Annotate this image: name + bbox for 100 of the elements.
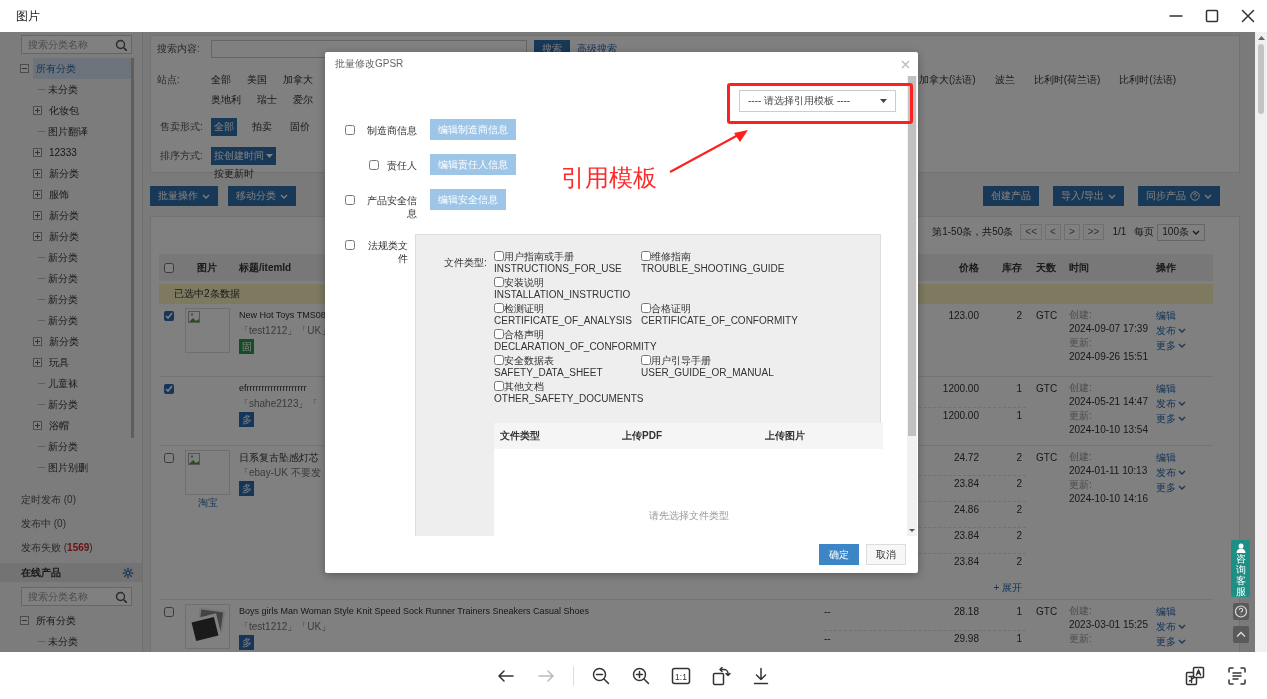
toolbar-button[interactable]: 导入/导出 xyxy=(1053,186,1124,206)
tree-item[interactable]: 化妆包 xyxy=(46,100,82,121)
tree-item[interactable]: 新分类 xyxy=(46,331,82,352)
actual-size-button[interactable]: 1:1 xyxy=(671,665,691,686)
checkbox[interactable] xyxy=(641,303,651,313)
tree-item[interactable]: 新分类 xyxy=(45,310,81,331)
action-link[interactable]: 更多 xyxy=(1156,411,1186,426)
search-icon[interactable] xyxy=(115,590,127,603)
help-button[interactable] xyxy=(1233,603,1249,620)
row-checkbox[interactable] xyxy=(164,384,174,394)
tree-item[interactable]: 浴帽 xyxy=(46,415,72,436)
template-select[interactable]: ---- 请选择引用模板 ---- xyxy=(739,90,896,112)
tree-item[interactable]: 新分类 xyxy=(45,394,81,415)
tree-item[interactable]: 新分类 xyxy=(45,268,81,289)
download-icon[interactable] xyxy=(751,665,771,686)
expand-icon[interactable] xyxy=(33,211,42,220)
action-link[interactable]: 编辑 xyxy=(1156,604,1176,619)
support-button[interactable]: 咨询客服 xyxy=(1231,540,1250,597)
tree-item[interactable]: 儿童袜 xyxy=(45,373,81,394)
checkbox[interactable] xyxy=(494,277,504,287)
status-link[interactable]: 发布中 (0) xyxy=(0,512,142,536)
tree-item[interactable]: 12333 xyxy=(46,142,80,163)
select-all-checkbox[interactable] xyxy=(164,262,174,273)
tree-item[interactable]: 未分类 xyxy=(45,79,81,100)
site-option[interactable]: 爱尔 xyxy=(293,90,313,110)
action-link[interactable]: 编辑 xyxy=(1156,381,1176,396)
row-checkbox[interactable] xyxy=(164,453,174,463)
expand-icon[interactable] xyxy=(33,358,42,367)
site-option[interactable]: 波兰 xyxy=(994,70,1015,90)
expand-icon[interactable] xyxy=(33,169,42,178)
site-option[interactable]: 美国 xyxy=(247,70,267,90)
per-page-select[interactable]: 100条 xyxy=(1157,223,1205,241)
cancel-button[interactable]: 取消 xyxy=(866,544,906,565)
scrollbar-thumb[interactable] xyxy=(1258,44,1264,114)
product-title[interactable]: New Hot Toys TMS08 xyxy=(239,308,326,323)
toolbar-button[interactable]: 同步产品 xyxy=(1138,186,1220,206)
tree-item[interactable]: 图片别删 xyxy=(45,457,91,478)
settings-icon[interactable] xyxy=(122,566,134,579)
search-icon[interactable] xyxy=(115,38,127,51)
collapse-icon[interactable] xyxy=(20,64,29,73)
toolbar-button[interactable]: 创建产品 xyxy=(983,186,1040,206)
site-option[interactable]: 比利时(法语) xyxy=(1119,70,1176,90)
status-link[interactable]: 定时发布 (0) xyxy=(0,488,142,512)
status-link[interactable]: 发布失败 (1569) xyxy=(0,536,142,560)
filter-option[interactable]: 全部 xyxy=(211,118,237,136)
site-option[interactable]: 加拿大(法语) xyxy=(919,70,976,90)
tree-item[interactable]: 新分类 xyxy=(45,289,81,310)
collapse-icon[interactable] xyxy=(20,616,29,625)
tree-item[interactable]: 新分类 xyxy=(46,163,82,184)
action-link[interactable]: 发布 xyxy=(1156,465,1186,480)
filter-option[interactable]: 拍卖 xyxy=(249,118,275,136)
tree-item[interactable]: 图片翻译 xyxy=(45,121,91,142)
tree-item[interactable]: 新分类 xyxy=(46,205,82,226)
row-checkbox[interactable] xyxy=(164,311,174,321)
source-link[interactable]: 淘宝 xyxy=(185,497,230,509)
toolbar-button[interactable]: 移动分类 xyxy=(228,186,296,206)
checkbox[interactable] xyxy=(494,303,504,313)
action-link[interactable]: 发布 xyxy=(1156,619,1186,634)
expand-icon[interactable] xyxy=(33,232,42,241)
checkbox[interactable] xyxy=(641,251,651,261)
translate-icon[interactable] xyxy=(1185,665,1205,686)
expand-icon[interactable] xyxy=(33,190,42,199)
action-link[interactable]: 发布 xyxy=(1156,396,1186,411)
page-button[interactable]: < xyxy=(1045,224,1061,240)
checkbox[interactable] xyxy=(494,355,504,365)
action-link[interactable]: 编辑 xyxy=(1156,450,1176,465)
scan-text-icon[interactable] xyxy=(1227,665,1247,686)
checkbox[interactable] xyxy=(494,329,504,339)
page-button[interactable]: >> xyxy=(1082,224,1105,240)
expand-icon[interactable] xyxy=(33,337,42,346)
checkbox[interactable] xyxy=(641,355,651,365)
zoom-out-icon[interactable] xyxy=(591,665,611,686)
expand-icon[interactable] xyxy=(33,148,42,157)
site-option[interactable]: 比利时(荷兰语) xyxy=(1033,70,1101,90)
action-link[interactable]: 更多 xyxy=(1156,634,1186,649)
row-checkbox[interactable] xyxy=(164,607,174,617)
action-link[interactable]: 编辑 xyxy=(1156,308,1176,323)
zoom-in-icon[interactable] xyxy=(631,665,651,686)
filter-option[interactable]: 按更新时 xyxy=(211,165,257,183)
checkbox[interactable] xyxy=(494,251,504,261)
tree-item[interactable]: 所有分类 xyxy=(33,58,131,79)
site-option[interactable]: 奥地利 xyxy=(211,90,241,110)
confirm-button[interactable]: 确定 xyxy=(819,544,859,565)
filter-option[interactable]: 按创建时间 xyxy=(211,147,276,165)
site-option[interactable]: 加拿大 xyxy=(283,70,313,90)
filter-option[interactable]: 固价 xyxy=(287,118,313,136)
close-icon[interactable] xyxy=(1240,8,1256,24)
toolbar-button[interactable]: 批量操作 xyxy=(150,186,218,206)
action-link[interactable]: 更多 xyxy=(1156,480,1186,495)
action-link[interactable]: 发布 xyxy=(1156,323,1186,338)
tree-item[interactable]: 新分类 xyxy=(46,226,82,247)
product-title[interactable]: Boys girls Man Woman Style Knit Speed Sock Runner Trainers Sneakers Casual Shoes xyxy=(239,604,589,619)
tree-item[interactable]: 新分类 xyxy=(45,436,81,457)
expand-link[interactable]: + 展开 xyxy=(993,580,1022,595)
site-option[interactable]: 瑞士 xyxy=(257,90,277,110)
product-title[interactable]: efrrrrrrrrrrrrrrrrrrrr xyxy=(239,381,307,396)
site-option[interactable]: 全部 xyxy=(211,70,231,90)
scroll-down-icon[interactable] xyxy=(909,529,915,532)
expand-icon[interactable] xyxy=(33,421,42,430)
checkbox[interactable] xyxy=(494,381,504,391)
